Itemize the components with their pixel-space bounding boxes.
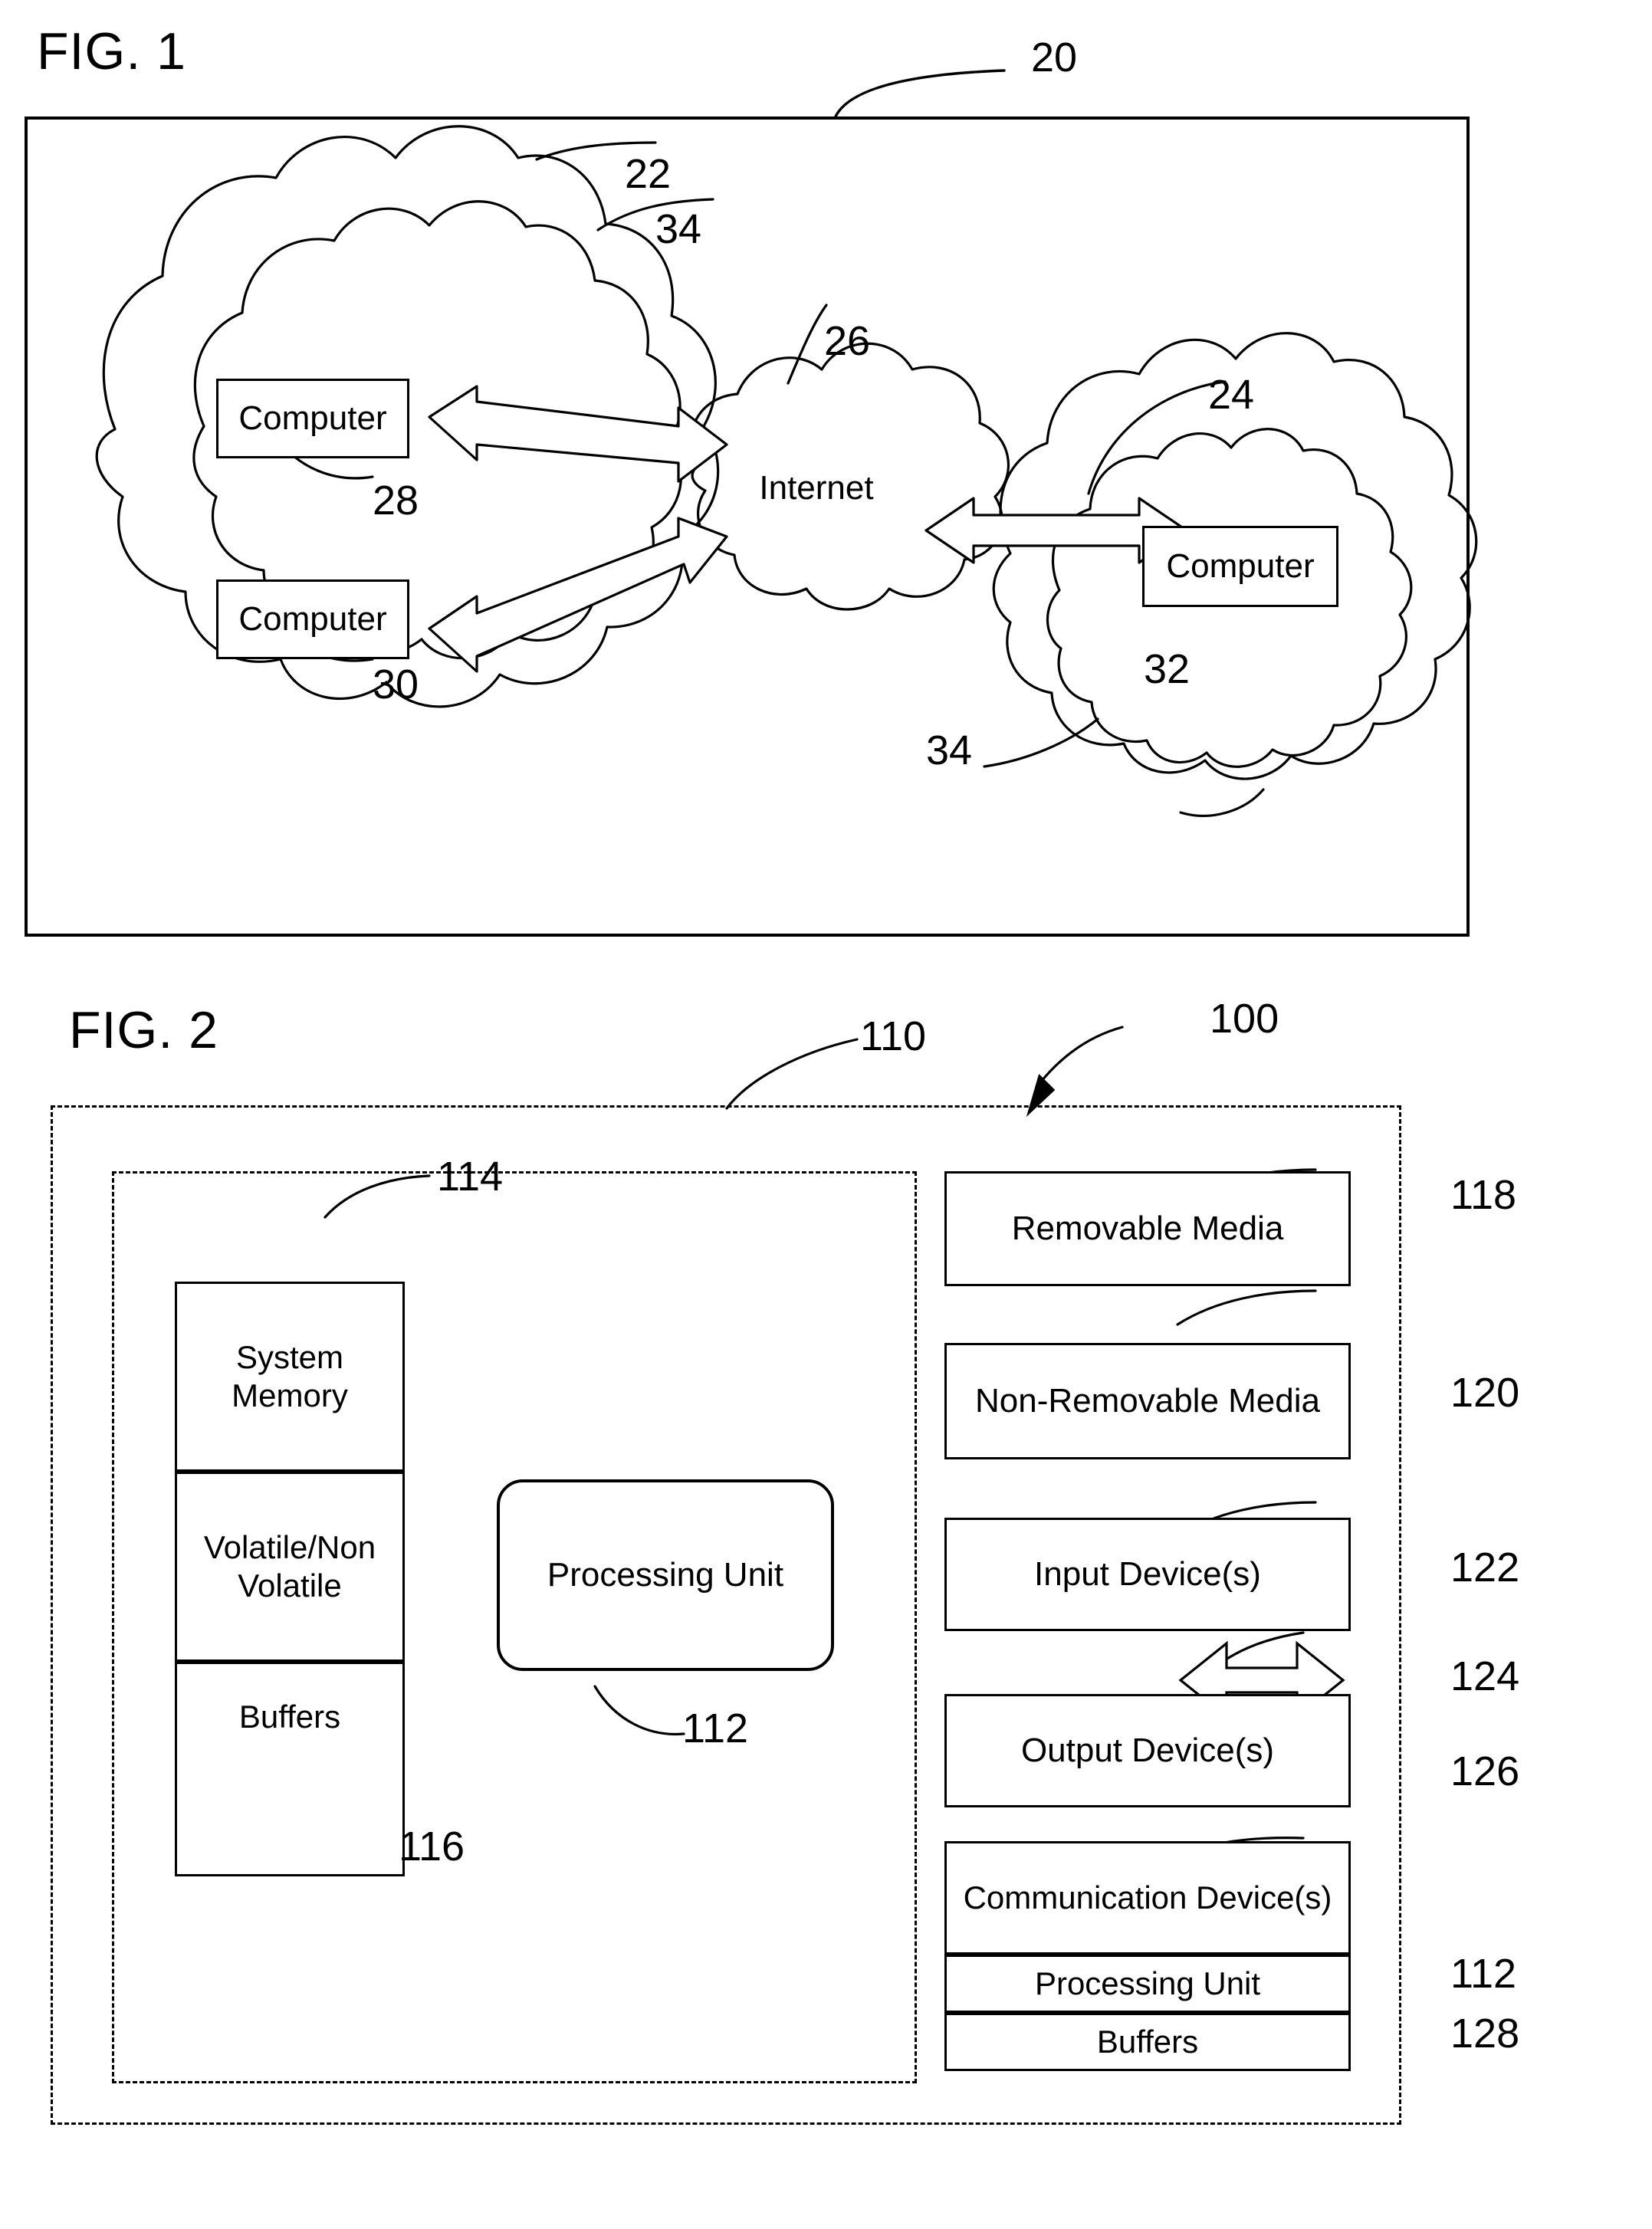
processing-unit-box[interactable]: Processing Unit xyxy=(497,1479,834,1671)
system-memory-cell[interactable]: System Memory xyxy=(175,1282,405,1472)
volatile-nonvolatile-cell[interactable]: Volatile/Non Volatile xyxy=(175,1472,405,1662)
reference-numeral-114: 114 xyxy=(437,1154,504,1200)
patent-drawing-sheet: FIG. 1 20 Computer Computer Computer Int… xyxy=(0,0,1652,2229)
system-memory-label: System Memory xyxy=(232,1338,348,1413)
removable-media-label: Removable Media xyxy=(1011,1210,1284,1248)
reference-numeral-30: 30 xyxy=(373,661,419,707)
comm-buffers-label: Buffers xyxy=(1096,2023,1199,2060)
reference-numeral-26: 26 xyxy=(824,318,871,364)
computer-box-30-label: Computer xyxy=(238,600,387,638)
computer-box-32[interactable]: Computer xyxy=(1142,526,1338,607)
removable-media-box[interactable]: Removable Media xyxy=(944,1171,1351,1286)
reference-numeral-32: 32 xyxy=(1144,646,1191,692)
reference-numeral-34-right: 34 xyxy=(926,727,973,773)
reference-numeral-28: 28 xyxy=(373,478,419,524)
reference-numeral-120: 120 xyxy=(1450,1370,1520,1416)
reference-numeral-112-comm: 112 xyxy=(1450,1951,1517,1997)
computer-box-28[interactable]: Computer xyxy=(216,379,409,458)
computer-box-30[interactable]: Computer xyxy=(216,579,409,659)
reference-numeral-126: 126 xyxy=(1450,1748,1520,1794)
communication-devices-box[interactable]: Communication Device(s) xyxy=(944,1841,1351,1955)
internet-cloud-label: Internet xyxy=(759,469,874,507)
reference-numeral-128: 128 xyxy=(1450,2011,1520,2057)
computer-box-28-label: Computer xyxy=(238,399,387,437)
reference-numeral-122: 122 xyxy=(1450,1545,1520,1591)
output-devices-label: Output Device(s) xyxy=(1020,1732,1275,1770)
reference-numeral-24: 24 xyxy=(1208,372,1255,418)
memory-buffers-cell[interactable]: Buffers xyxy=(175,1662,405,1876)
reference-numeral-124: 124 xyxy=(1450,1653,1520,1699)
reference-numeral-112-cpu: 112 xyxy=(682,1705,749,1751)
input-devices-label: Input Device(s) xyxy=(1034,1555,1261,1594)
input-devices-box[interactable]: Input Device(s) xyxy=(944,1518,1351,1631)
reference-numeral-22: 22 xyxy=(625,151,672,197)
processing-unit-label: Processing Unit xyxy=(547,1556,784,1594)
output-devices-box[interactable]: Output Device(s) xyxy=(944,1694,1351,1807)
non-removable-media-label: Non-Removable Media xyxy=(975,1382,1320,1420)
reference-numeral-34-left: 34 xyxy=(655,206,702,252)
non-removable-media-box[interactable]: Non-Removable Media xyxy=(944,1343,1351,1459)
computer-box-32-label: Computer xyxy=(1166,547,1315,585)
memory-buffers-label: Buffers xyxy=(238,1698,341,1735)
comm-buffers-box[interactable]: Buffers xyxy=(944,2013,1351,2071)
comm-processing-unit-label: Processing Unit xyxy=(1034,1965,1261,2001)
communication-devices-label: Communication Device(s) xyxy=(963,1879,1332,1915)
volatile-nonvolatile-label: Volatile/Non Volatile xyxy=(203,1528,376,1604)
comm-processing-unit-box[interactable]: Processing Unit xyxy=(944,1955,1351,2013)
reference-numeral-116: 116 xyxy=(399,1824,465,1870)
reference-numeral-118: 118 xyxy=(1450,1172,1517,1218)
reference-numeral-100: 100 xyxy=(1210,996,1279,1042)
reference-numeral-110: 110 xyxy=(860,1013,927,1059)
